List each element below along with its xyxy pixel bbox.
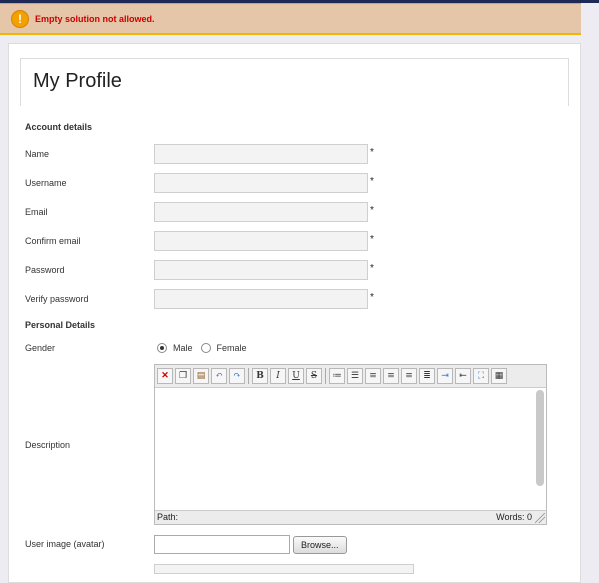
required-marker: * <box>370 205 374 216</box>
description-label: Description <box>25 440 71 450</box>
unordered-list-icon[interactable]: ☰ <box>347 368 363 384</box>
password-label: Password <box>25 265 65 275</box>
gender-male-radio[interactable] <box>157 343 167 353</box>
copy-icon[interactable]: ❐ <box>175 368 191 384</box>
email-label: Email <box>25 207 48 217</box>
username-label: Username <box>25 178 67 188</box>
section-heading-personal: Personal Details <box>25 320 96 330</box>
avatar-label: User image (avatar) <box>25 539 105 549</box>
confirm-email-label: Confirm email <box>25 236 81 246</box>
name-field[interactable] <box>154 144 368 164</box>
email-field[interactable] <box>154 202 368 222</box>
description-textarea[interactable] <box>155 388 546 510</box>
resize-grip-icon[interactable] <box>535 513 545 523</box>
next-field[interactable] <box>154 564 414 574</box>
align-center-icon[interactable]: ≡ <box>383 368 399 384</box>
paste-icon[interactable]: ▤ <box>193 368 209 384</box>
table-icon[interactable]: ▦ <box>491 368 507 384</box>
required-marker: * <box>370 234 374 245</box>
strikethrough-icon[interactable]: S <box>306 368 322 384</box>
editor-scrollbar[interactable] <box>536 390 544 486</box>
italic-icon[interactable]: I <box>270 368 286 384</box>
toolbar-separator <box>248 368 249 384</box>
name-label: Name <box>25 149 50 159</box>
align-right-icon[interactable]: ≡ <box>401 368 417 384</box>
redo-icon[interactable]: ↷ <box>229 368 245 384</box>
verify-password-label: Verify password <box>25 294 89 304</box>
profile-panel: My Profile Account details Name * Userna… <box>8 43 581 583</box>
required-marker: * <box>370 176 374 187</box>
verify-password-field[interactable] <box>154 289 368 309</box>
align-left-icon[interactable]: ≡ <box>365 368 381 384</box>
fullscreen-icon[interactable]: ⛶ <box>473 368 489 384</box>
gender-radio-group: Male Female <box>157 343 255 353</box>
bold-icon[interactable]: B <box>252 368 268 384</box>
required-marker: * <box>370 292 374 303</box>
section-heading-account: Account details <box>25 122 93 132</box>
required-marker: * <box>370 147 374 158</box>
description-editor: ✕ ❐ ▤ ↶ ↷ B I U S ≔ ☰ ≡ ≡ ≡ ≣ ⇥ ⇤ ⛶ ▦ Pa… <box>154 364 547 525</box>
align-justify-icon[interactable]: ≣ <box>419 368 435 384</box>
password-field[interactable] <box>154 260 368 280</box>
gender-label: Gender <box>25 343 56 353</box>
error-message: Empty solution not allowed. <box>35 13 155 24</box>
outdent-icon[interactable]: ⇤ <box>455 368 471 384</box>
word-count: Words: 0 <box>496 512 532 522</box>
confirm-email-field[interactable] <box>154 231 368 251</box>
gender-female-label: Female <box>216 343 247 353</box>
avatar-file-input[interactable] <box>154 535 290 554</box>
title-box: My Profile <box>20 58 569 106</box>
editor-toolbar: ✕ ❐ ▤ ↶ ↷ B I U S ≔ ☰ ≡ ≡ ≡ ≣ ⇥ ⇤ ⛶ ▦ <box>155 365 546 388</box>
exclamation-icon: ! <box>11 9 29 28</box>
gender-female-radio[interactable] <box>200 343 211 353</box>
ordered-list-icon[interactable]: ≔ <box>329 368 345 384</box>
toolbar-separator <box>325 368 326 384</box>
cut-icon[interactable]: ✕ <box>157 368 173 384</box>
page-title: My Profile <box>33 70 122 92</box>
underline-icon[interactable]: U <box>288 368 304 384</box>
editor-statusbar: Path: Words: 0 <box>155 510 546 524</box>
gender-male-label: Male <box>173 343 193 353</box>
username-field[interactable] <box>154 173 368 193</box>
browse-button[interactable]: Browse... <box>293 536 347 554</box>
error-alert: ! Empty solution not allowed. <box>0 3 581 35</box>
path-label: Path: <box>157 512 179 522</box>
undo-icon[interactable]: ↶ <box>211 368 227 384</box>
required-marker: * <box>370 263 374 274</box>
indent-icon[interactable]: ⇥ <box>437 368 453 384</box>
